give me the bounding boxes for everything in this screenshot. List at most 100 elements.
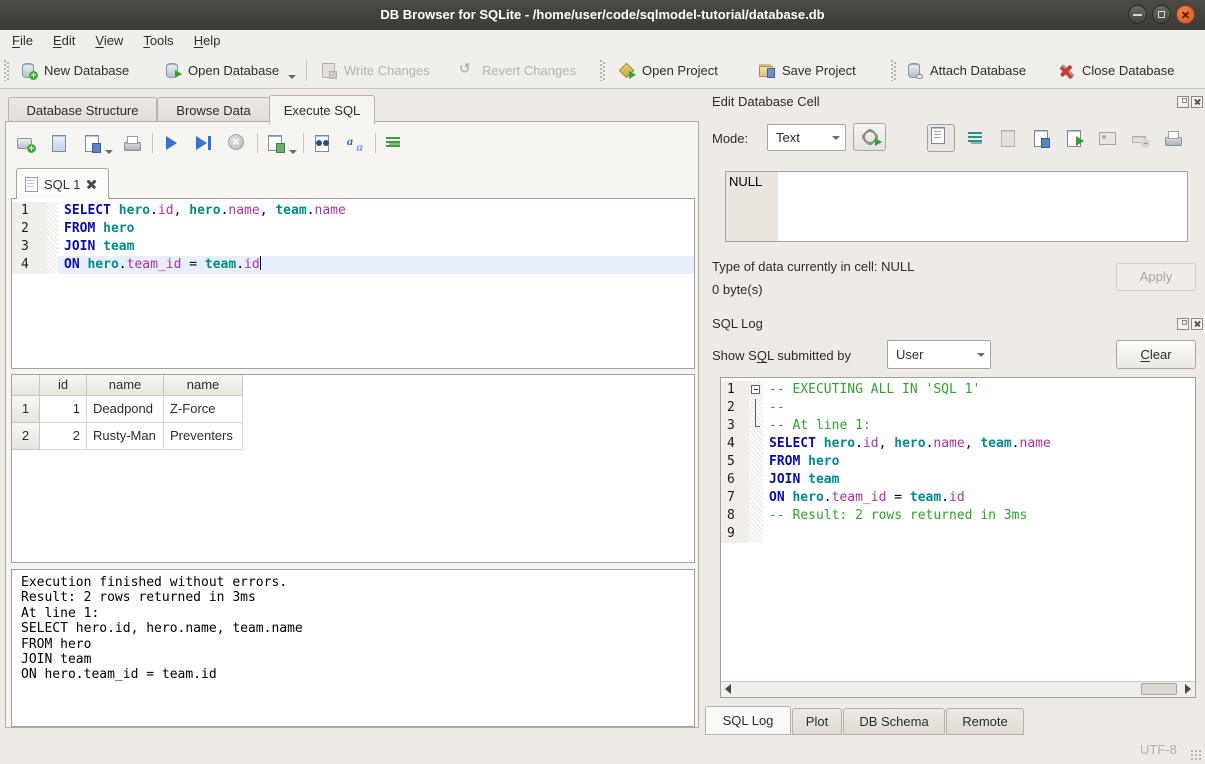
bottom-tab-remote[interactable]: Remote	[946, 708, 1024, 735]
open-database-label: Open Database	[188, 63, 279, 78]
close-database-button[interactable]: Close Database	[1052, 57, 1181, 83]
menu-item-tools[interactable]: Tools	[133, 30, 183, 53]
code-line: 3-- At line 1:	[721, 417, 1195, 435]
edit-cell-title: Edit Database Cell	[712, 94, 820, 109]
toolbar-drag-handle[interactable]	[600, 60, 605, 81]
open-database-button[interactable]: Open Database	[158, 57, 302, 83]
tab-browse-data[interactable]: Browse Data	[157, 97, 270, 123]
sql-log-view[interactable]: 1-- EXECUTING ALL IN 'SQL 1'2--3-- At li…	[720, 377, 1196, 698]
log-horizontal-scrollbar[interactable]	[721, 681, 1195, 697]
column-header[interactable]: name	[87, 375, 164, 396]
fold-margin	[749, 453, 763, 471]
text-view-icon[interactable]	[927, 124, 955, 152]
attach-database-label: Attach Database	[930, 63, 1026, 78]
scroll-left-icon[interactable]	[725, 684, 731, 694]
code-text: -- At line 1:	[763, 417, 871, 435]
new-database-label: New Database	[44, 63, 129, 78]
toolbar-drag-handle[interactable]	[4, 60, 9, 81]
open-sql-file-icon[interactable]	[49, 133, 69, 153]
toolbar-separator	[375, 133, 376, 153]
new-database-button[interactable]: New Database	[14, 57, 135, 83]
table-cell[interactable]: 2	[40, 423, 87, 450]
maximize-button[interactable]	[1152, 5, 1171, 24]
tab-database-structure[interactable]: Database Structure	[8, 97, 157, 123]
minimize-button[interactable]	[1128, 5, 1147, 24]
format-sql-icon[interactable]	[384, 133, 404, 153]
new-tab-icon[interactable]	[16, 133, 36, 153]
mode-select[interactable]: Text	[767, 124, 846, 151]
column-header[interactable]: id	[40, 375, 87, 396]
attach-database-button[interactable]: Attach Database	[900, 57, 1032, 83]
scroll-right-icon[interactable]	[1185, 684, 1191, 694]
code-line: 5FROM hero	[721, 453, 1195, 471]
dropdown-caret-icon[interactable]	[289, 150, 297, 154]
print-cell-icon[interactable]	[1163, 128, 1183, 148]
save-project-button[interactable]: Save Project	[752, 57, 862, 83]
clear-log-button[interactable]: Clear	[1116, 340, 1196, 369]
code-line: 7ON hero.team_id = team.id	[721, 489, 1195, 507]
dock-float-button[interactable]	[1177, 318, 1189, 330]
row-header[interactable]: 2	[12, 423, 40, 450]
tab-close-icon[interactable]	[86, 179, 97, 190]
cell-value: NULL	[729, 174, 762, 189]
stop-icon	[227, 133, 247, 153]
menu-item-edit[interactable]: Edit	[43, 30, 85, 53]
find-icon[interactable]	[312, 133, 332, 153]
auto-switch-mode-button[interactable]	[853, 123, 886, 151]
open-file-icon	[998, 128, 1018, 148]
revert-changes-label: Revert Changes	[482, 63, 576, 78]
code-text: FROM hero	[58, 220, 134, 238]
tab-execute-sql[interactable]: Execute SQL	[269, 95, 375, 124]
word-wrap-icon[interactable]	[965, 128, 985, 148]
table-cell[interactable]: 1	[40, 396, 87, 423]
fold-margin-mid	[749, 399, 763, 417]
dropdown-caret-icon[interactable]	[288, 75, 296, 79]
dock-float-button[interactable]	[1177, 96, 1189, 108]
database-new-icon	[20, 62, 37, 79]
attach-database-icon	[906, 62, 923, 79]
sql-editor[interactable]: 1SELECT hero.id, hero.name, team.name2FR…	[11, 198, 695, 369]
code-text: ON hero.team_id = team.id	[763, 489, 965, 507]
close-button[interactable]	[1176, 5, 1195, 24]
apply-label: Apply	[1140, 269, 1173, 284]
line-number: 1	[721, 381, 749, 399]
bottom-tab-db-schema[interactable]: DB Schema	[843, 708, 945, 735]
dock-close-button[interactable]	[1191, 96, 1203, 108]
results-grid[interactable]: idnamename11DeadpondZ-Force22Rusty-ManPr…	[11, 374, 695, 563]
cell-value-editor[interactable]: NULL	[725, 171, 1188, 242]
execute-line-icon[interactable]	[194, 133, 214, 153]
save-results-icon[interactable]	[266, 133, 286, 153]
replace-icon[interactable]	[345, 133, 365, 153]
menu-item-view[interactable]: View	[85, 30, 133, 53]
bottom-tab-plot[interactable]: Plot	[792, 708, 842, 735]
code-line: 1SELECT hero.id, hero.name, team.name	[12, 202, 694, 220]
fold-margin	[47, 238, 58, 256]
save-sql-file-icon[interactable]	[82, 133, 102, 153]
table-cell[interactable]: Rusty-Man	[87, 423, 164, 450]
log-filter-select[interactable]: User	[887, 340, 991, 369]
dropdown-caret-icon[interactable]	[105, 150, 113, 154]
table-cell[interactable]: Deadpond	[87, 396, 164, 423]
scrollbar-thumb[interactable]	[1141, 683, 1177, 695]
table-cell[interactable]: Preventers	[164, 423, 243, 450]
open-project-button[interactable]: Open Project	[612, 57, 724, 83]
line-number: 2	[721, 399, 749, 417]
column-header[interactable]: name	[164, 375, 243, 396]
save-as-icon[interactable]	[1031, 128, 1051, 148]
code-text: FROM hero	[763, 453, 839, 471]
image-link-icon[interactable]	[1097, 128, 1117, 148]
gear-icon	[863, 130, 877, 144]
table-cell[interactable]: Z-Force	[164, 396, 243, 423]
bottom-tab-sql-log[interactable]: SQL Log	[705, 706, 791, 735]
row-header[interactable]: 1	[12, 396, 40, 423]
resize-grip[interactable]	[1190, 749, 1202, 761]
execute-all-icon[interactable]	[161, 133, 181, 153]
sql-tab[interactable]: SQL 1	[16, 168, 109, 199]
menu-item-file[interactable]: File	[2, 30, 43, 53]
print-icon[interactable]	[122, 133, 142, 153]
export-icon[interactable]	[1064, 128, 1084, 148]
dock-close-button[interactable]	[1191, 318, 1203, 330]
toolbar-drag-handle[interactable]	[891, 60, 896, 81]
line-number: 6	[721, 471, 749, 489]
menu-item-help[interactable]: Help	[184, 30, 231, 53]
